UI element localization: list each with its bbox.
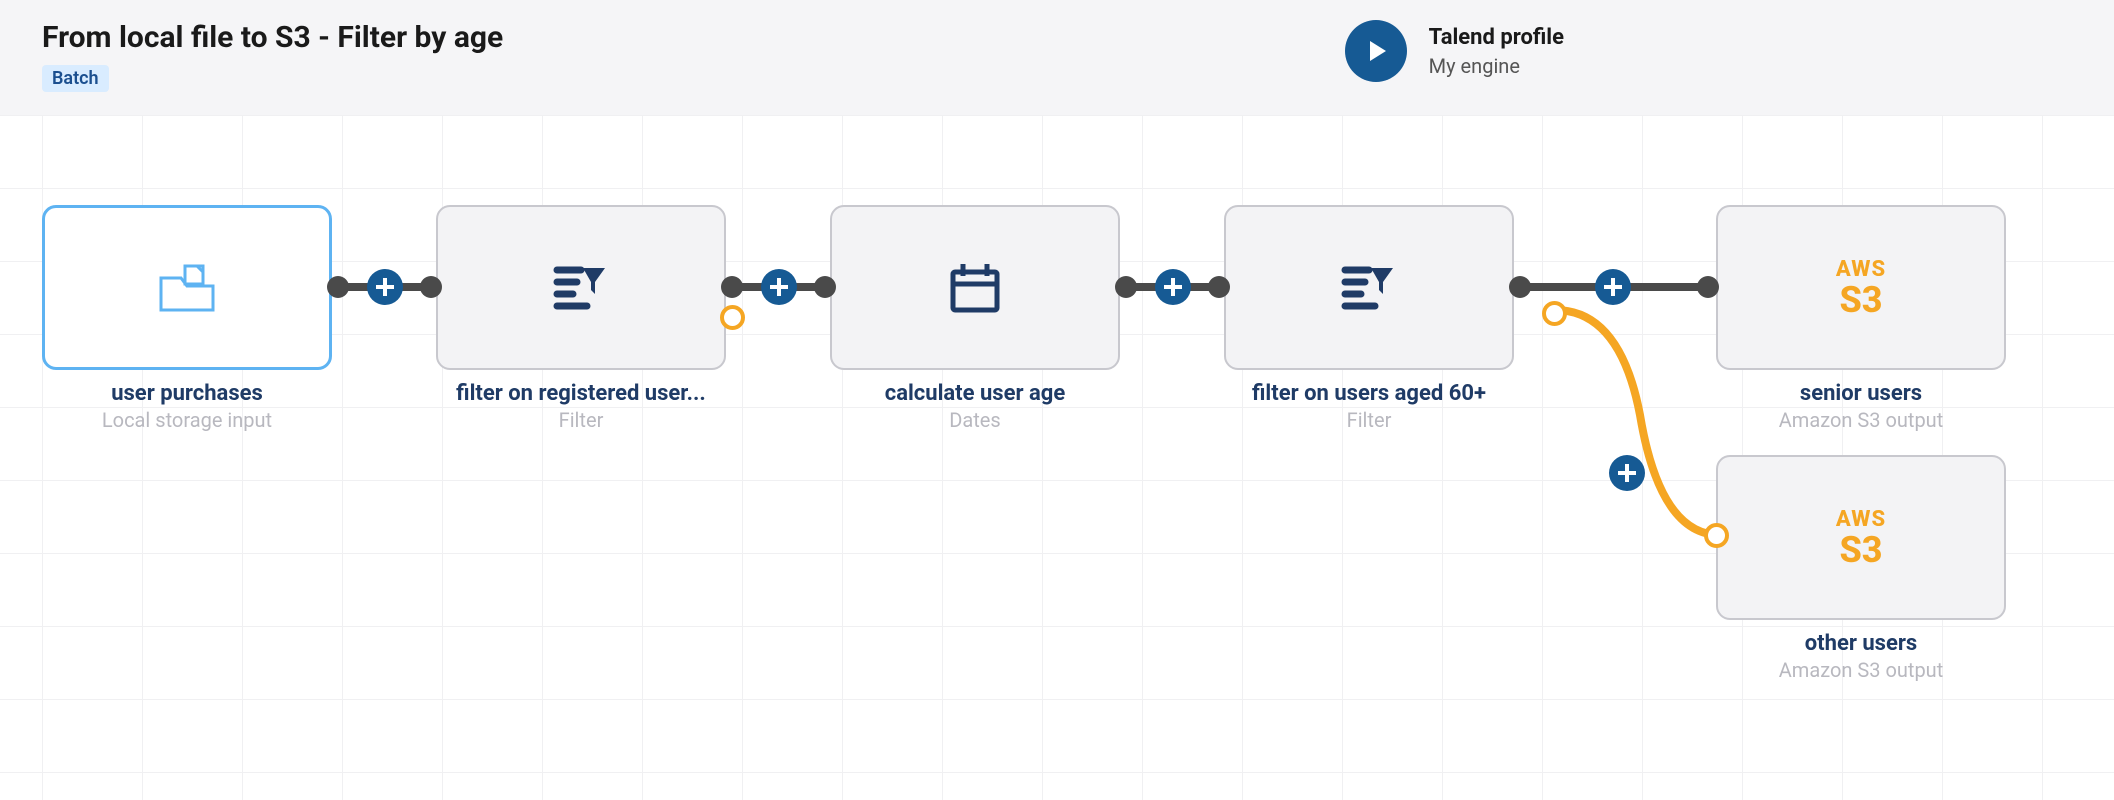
header-right: Talend profile My engine — [1345, 20, 2084, 82]
add-processor-button[interactable] — [1155, 269, 1191, 305]
port-in[interactable] — [1697, 276, 1719, 298]
port-out[interactable] — [1115, 276, 1137, 298]
port-out[interactable] — [327, 276, 349, 298]
header-bar: From local file to S3 - Filter by age Ba… — [0, 0, 2114, 115]
title-block: From local file to S3 - Filter by age Ba… — [42, 20, 503, 92]
connections-svg — [0, 115, 2114, 800]
port-out[interactable] — [721, 276, 743, 298]
page-title: From local file to S3 - Filter by age — [42, 20, 503, 55]
run-button[interactable] — [1345, 20, 1407, 82]
add-processor-button[interactable] — [761, 269, 797, 305]
profile-block[interactable]: Talend profile My engine — [1429, 25, 1564, 78]
add-processor-button[interactable] — [1609, 455, 1645, 491]
port-in[interactable] — [1208, 276, 1230, 298]
profile-label: Talend profile — [1429, 25, 1564, 50]
port-in[interactable] — [420, 276, 442, 298]
port-reject[interactable] — [720, 305, 745, 330]
port-reject[interactable] — [1542, 301, 1567, 326]
pipeline-type-badge: Batch — [42, 65, 109, 92]
play-icon — [1370, 41, 1386, 61]
add-processor-button[interactable] — [1595, 269, 1631, 305]
port-in[interactable] — [814, 276, 836, 298]
port-in-reject[interactable] — [1704, 523, 1729, 548]
pipeline-canvas[interactable]: user purchases Local storage input filte… — [0, 115, 2114, 800]
profile-value: My engine — [1429, 54, 1564, 78]
port-out[interactable] — [1509, 276, 1531, 298]
add-processor-button[interactable] — [367, 269, 403, 305]
